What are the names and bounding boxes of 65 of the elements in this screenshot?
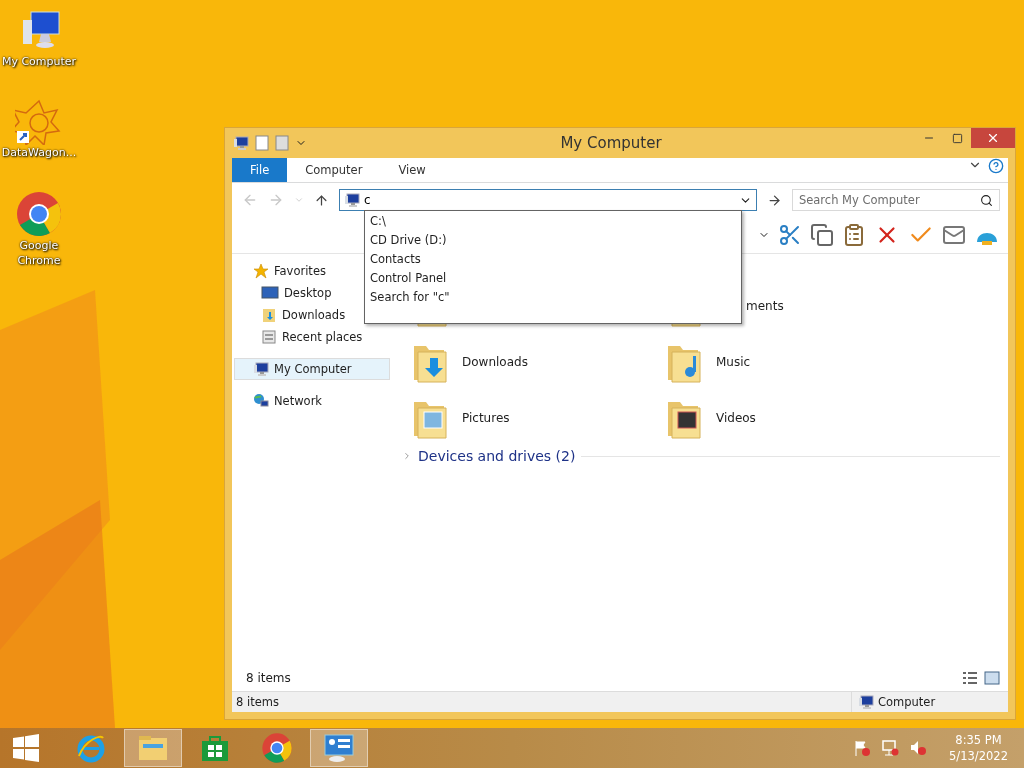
nav-item[interactable]: Desktop: [232, 282, 337, 304]
chrome-icon: [15, 190, 63, 238]
star-pattern-icon: [15, 99, 63, 145]
speaker-muted-icon: [909, 739, 928, 757]
close-button[interactable]: [971, 128, 1015, 148]
go-button[interactable]: [766, 192, 782, 208]
paste-icon[interactable]: [842, 223, 866, 247]
file-tab[interactable]: File: [232, 158, 288, 182]
folder-label[interactable]: Downloads: [462, 355, 528, 369]
recent-places-icon: [261, 329, 277, 345]
icon-label: My Computer: [0, 54, 78, 69]
clock-time: 8:35 PM: [955, 732, 1002, 748]
folder-label[interactable]: ments: [746, 299, 784, 313]
folder-label[interactable]: Videos: [716, 411, 756, 425]
download-folder-icon: [261, 307, 277, 323]
computer-icon: [253, 361, 269, 377]
copy-icon[interactable]: [810, 223, 834, 247]
computer-icon: [344, 192, 360, 208]
section-heading[interactable]: Devices and drives (2): [418, 448, 576, 464]
search-field[interactable]: Search My Computer: [791, 189, 1000, 211]
address-bar[interactable]: c: [339, 189, 757, 211]
ribbon-tab[interactable]: Computer: [287, 158, 381, 182]
suggestion-item[interactable]: C:\: [365, 212, 741, 231]
close-icon: [986, 131, 1000, 145]
nav-item[interactable]: Favorites: [234, 260, 331, 282]
suggestion-item[interactable]: Control Panel: [365, 269, 741, 288]
item-count: 8 items: [246, 671, 291, 685]
icon-label: DataWagon...: [0, 145, 78, 160]
mail-icon[interactable]: [942, 223, 966, 247]
large-icons-view-icon[interactable]: [984, 671, 1000, 685]
nav-item[interactable]: My Computer: [234, 358, 390, 380]
nav-item[interactable]: Recent places: [232, 326, 368, 348]
clock-date: 5/13/2022: [949, 748, 1008, 764]
remote-desktop-icon: [323, 733, 355, 763]
search-icon[interactable]: [980, 193, 993, 207]
flag-icon: [853, 739, 872, 757]
up-button[interactable]: [314, 192, 329, 208]
icon-label: Google Chrome: [16, 238, 62, 268]
status-location: Computer: [878, 695, 936, 709]
desktop-icon: [261, 286, 279, 300]
status-text: 8 items: [235, 695, 280, 709]
suggestion-item[interactable]: CD Drive (D:): [365, 231, 741, 250]
chrome-icon: [261, 732, 293, 764]
cut-icon[interactable]: [778, 223, 802, 247]
network-icon: [881, 739, 900, 757]
file-explorer-icon: [137, 734, 169, 762]
folder-label[interactable]: Pictures: [462, 411, 510, 425]
suggestion-item[interactable]: Contacts: [365, 250, 741, 269]
suggestion-item[interactable]: Search for "c": [365, 288, 741, 307]
maximize-icon: [951, 132, 963, 144]
properties-icon: [255, 135, 269, 151]
store-icon: [200, 733, 230, 763]
folder-label[interactable]: Music: [716, 355, 751, 369]
network-icon: [253, 393, 269, 409]
window-title: My Computer: [559, 134, 663, 152]
new-folder-icon: [275, 135, 289, 151]
nav-item[interactable]: Network: [234, 390, 328, 412]
computer-icon: [233, 135, 249, 151]
windows-logo-icon: [12, 734, 40, 762]
ribbon-tab[interactable]: View: [380, 158, 444, 182]
star-icon: [253, 263, 269, 279]
expand-caret-icon[interactable]: [402, 451, 412, 461]
details-view-icon[interactable]: [962, 671, 978, 685]
nav-item[interactable]: Downloads: [232, 304, 351, 326]
taskbar-button[interactable]: [310, 729, 368, 767]
